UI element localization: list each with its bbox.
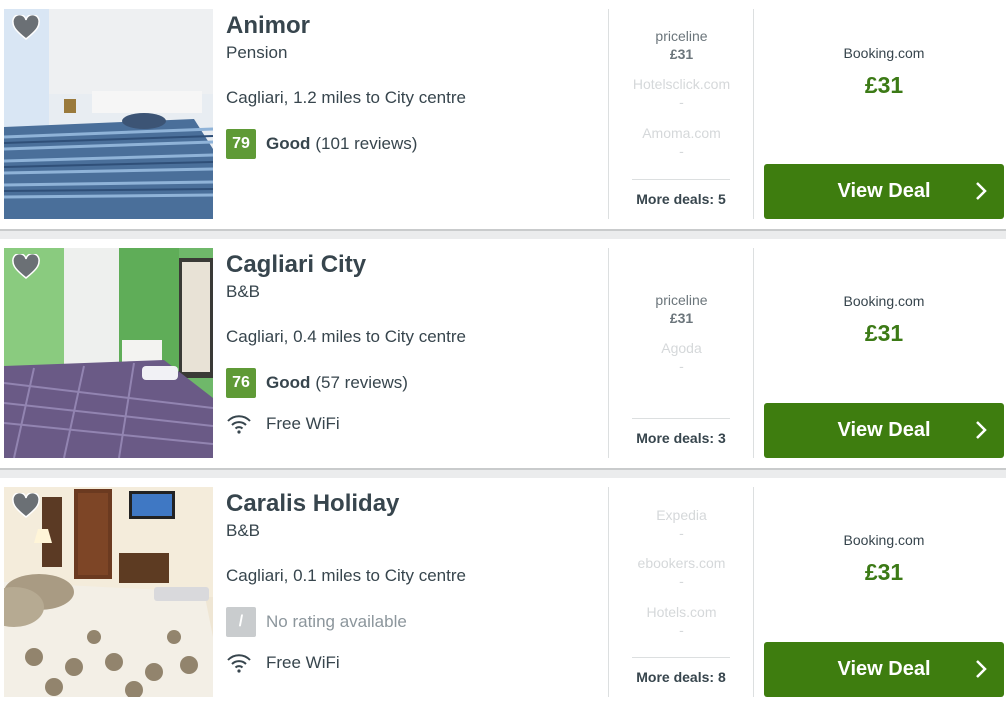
deal-price: - [679,573,684,589]
main-deal-provider: Booking.com [843,532,925,548]
deals-list: Expedia - ebookers.com - Hotels.com - Mo… [610,487,753,697]
view-deal-button[interactable]: View Deal [764,164,1004,219]
rating-score: 76 [226,368,256,398]
hotel-name[interactable]: Caralis Holiday [226,490,399,518]
hotel-location: Cagliari, 0.1 miles to City centre [226,566,466,585]
amenity-wifi: Free WiFi [226,412,340,436]
main-deal-price[interactable]: £31 [764,559,1004,586]
wifi-icon [227,415,251,434]
main-deal-price[interactable]: £31 [764,320,1004,347]
deal-item[interactable]: ebookers.com - [610,554,753,590]
divider [753,9,754,219]
heart-icon[interactable] [12,15,40,41]
deal-provider: ebookers.com [637,555,726,571]
deal-item[interactable]: Hotels.com - [610,603,753,639]
divider [753,248,754,458]
hotel-type: B&B [226,521,261,540]
divider [608,487,609,697]
view-deal-button[interactable]: View Deal [764,403,1004,458]
view-deal-button[interactable]: View Deal [764,642,1004,697]
main-deal-provider: Booking.com [843,45,925,61]
deal-provider: priceline [655,28,708,44]
rating: / No rating available [226,607,407,637]
divider [608,248,609,458]
view-deal-label: View Deal [837,180,931,202]
hotel-location: Cagliari, 0.4 miles to City centre [226,327,466,346]
deal-item[interactable]: Amoma.com - [610,124,753,160]
no-rating-label: No rating available [266,612,407,631]
main-deal-price[interactable]: £31 [764,72,1004,99]
heart-icon[interactable] [12,493,40,519]
hotel-type: Pension [226,43,288,62]
hotel-card: Animor Pension Cagliari, 1.2 miles to Ci… [0,0,1006,229]
card-separator [0,468,1006,478]
review-count: (57 reviews) [315,373,408,392]
chevron-right-icon [976,660,987,678]
hotel-photo[interactable] [4,487,213,697]
chevron-right-icon [976,421,987,439]
chevron-right-icon [976,182,987,200]
more-deals-link[interactable]: More deals: 5 [632,179,730,207]
wifi-icon [227,654,251,673]
view-deal-label: View Deal [837,419,931,441]
deal-price: - [679,358,684,374]
deal-provider: Expedia [656,507,707,523]
hotel-photo[interactable] [4,248,213,458]
hotel-name[interactable]: Cagliari City [226,251,366,279]
deals-list: priceline £31 Agoda - More deals: 3 [610,248,753,458]
view-deal-label: View Deal [837,658,931,680]
hotel-card: Cagliari City B&B Cagliari, 0.4 miles to… [0,239,1006,468]
deal-price: - [679,94,684,110]
deal-provider: Hotelsclick.com [632,76,731,92]
deal-item[interactable]: Expedia - [610,506,753,542]
amenity-wifi: Free WiFi [226,651,340,675]
hotel-card: Caralis Holiday B&B Cagliari, 0.1 miles … [0,478,1006,701]
amenity-label: Free WiFi [266,653,340,672]
rating-label: Good [266,134,311,153]
rating[interactable]: 79 Good (101 reviews) [226,129,417,159]
deal-item[interactable]: Hotelsclick.com - [610,75,753,111]
hotel-type: B&B [226,282,261,301]
hotel-location: Cagliari, 1.2 miles to City centre [226,88,466,107]
deal-price: £31 [669,310,694,326]
deal-provider: Amoma.com [642,125,721,141]
main-deal-provider: Booking.com [843,293,925,309]
deal-provider: Agoda [661,340,702,356]
heart-icon[interactable] [12,254,40,280]
deal-item[interactable]: priceline £31 [610,27,753,63]
hotel-name[interactable]: Animor [226,12,310,40]
more-deals-link[interactable]: More deals: 3 [632,418,730,446]
review-count: (101 reviews) [315,134,418,153]
deal-provider: Hotels.com [646,604,717,620]
deals-list: priceline £31 Hotelsclick.com - Amoma.co… [610,9,753,219]
deal-price: - [679,525,684,541]
divider [608,9,609,219]
deal-price: £31 [669,46,694,62]
rating-score: / [226,607,256,637]
amenity-label: Free WiFi [266,414,340,433]
deal-provider: priceline [655,292,708,308]
divider [753,487,754,697]
more-deals-link[interactable]: More deals: 8 [632,657,730,685]
rating-score: 79 [226,129,256,159]
hotel-photo[interactable] [4,9,213,219]
rating[interactable]: 76 Good (57 reviews) [226,368,408,398]
deal-price: - [679,622,684,638]
deal-item[interactable]: priceline £31 [610,291,753,327]
deal-price: - [679,143,684,159]
deal-item[interactable]: Agoda - [610,339,753,375]
rating-label: Good [266,373,311,392]
card-separator [0,229,1006,239]
